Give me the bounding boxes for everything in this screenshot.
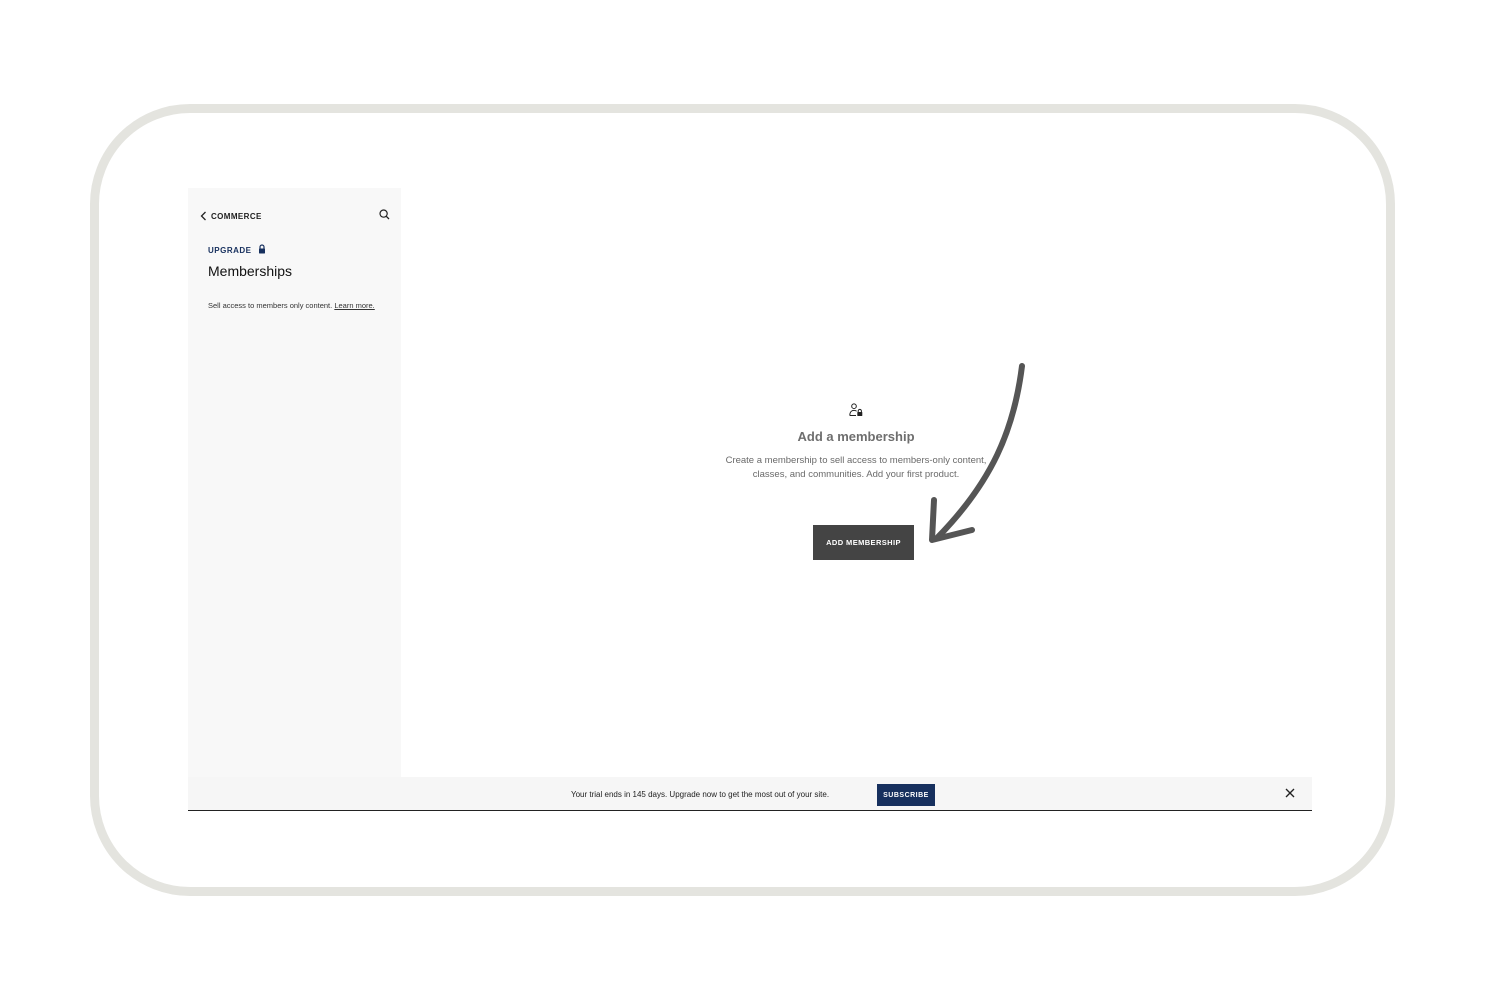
trial-message: Your trial ends in 145 days. Upgrade now… (571, 790, 830, 799)
back-label: COMMERCE (211, 211, 262, 221)
subscribe-button[interactable]: SUBSCRIBE (877, 784, 935, 806)
sidebar-header: COMMERCE (200, 208, 390, 224)
close-banner-button[interactable] (1284, 788, 1296, 800)
description-text: Sell access to members only content. (208, 301, 333, 310)
sidebar-description: Sell access to members only content. Lea… (208, 299, 378, 313)
lock-icon (258, 241, 266, 259)
page-title: Memberships (208, 263, 293, 279)
add-membership-button[interactable]: ADD MEMBERSHIP (813, 525, 914, 560)
search-button[interactable] (379, 207, 390, 225)
learn-more-link[interactable]: Learn more. (334, 301, 374, 310)
close-icon (1285, 785, 1295, 803)
chevron-left-icon (200, 211, 207, 221)
annotation-arrow-icon (929, 363, 1025, 543)
app-window: COMMERCE UPGRADE Memberships Sell access… (188, 188, 1312, 812)
upgrade-badge[interactable]: UPGRADE (208, 241, 266, 259)
upgrade-label: UPGRADE (208, 245, 252, 255)
back-to-commerce-link[interactable]: COMMERCE (200, 211, 262, 221)
sidebar: COMMERCE UPGRADE Memberships Sell access… (188, 188, 401, 778)
trial-banner: Your trial ends in 145 days. Upgrade now… (188, 777, 1312, 811)
search-icon (379, 207, 390, 225)
